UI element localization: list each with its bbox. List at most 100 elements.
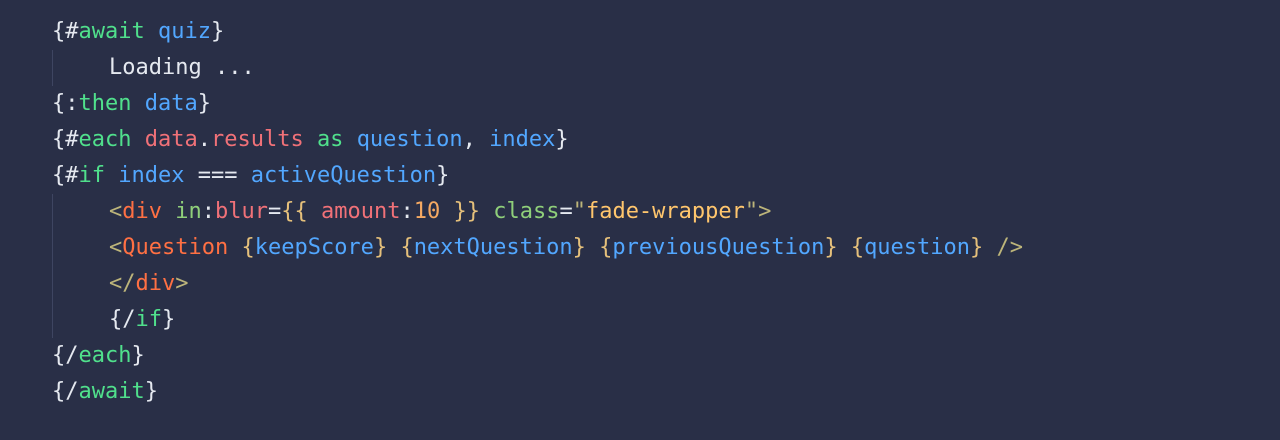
code-token: each — [78, 127, 132, 152]
code-token: { — [850, 235, 865, 260]
code-token: {# — [52, 19, 79, 44]
code-token: {: — [52, 91, 79, 116]
code-token: . — [197, 127, 211, 152]
code-token: } — [197, 91, 211, 116]
code-block: {#await quiz} Loading ... {:then data} {#ea… — [52, 14, 1023, 410]
code-token: } — [373, 235, 388, 260]
code-line: {#if index === activeQuestion} — [52, 158, 1023, 194]
code-line: {#await quiz} — [52, 14, 1023, 50]
code-token: > — [175, 271, 189, 296]
code-token: div — [122, 199, 162, 224]
code-token: " — [572, 199, 586, 224]
code-token: keepScore — [254, 235, 374, 260]
code-token: question — [864, 235, 971, 260]
code-token: amount — [320, 199, 401, 224]
code-editor[interactable]: {#await quiz} Loading ... {:then data} {#ea… — [0, 0, 1280, 440]
code-token: data — [144, 127, 198, 152]
code-token: }} — [453, 199, 480, 224]
code-line: {/if} — [52, 302, 1023, 338]
indent-guide — [52, 194, 53, 230]
code-token: } — [555, 127, 569, 152]
code-token: {# — [52, 127, 79, 152]
code-token: if — [78, 163, 106, 188]
code-token: {/ — [109, 307, 136, 332]
code-token: await — [78, 379, 145, 404]
code-token: { — [400, 235, 414, 260]
code-token: each — [78, 343, 132, 368]
code-token: fade-wrapper — [585, 199, 745, 224]
code-token: data — [144, 91, 198, 116]
code-token: in — [175, 199, 202, 224]
code-token: = — [267, 199, 282, 224]
code-token: previousQuestion — [612, 235, 825, 260]
code-token: nextQuestion — [413, 235, 573, 260]
code-token: : — [400, 199, 414, 224]
code-token: < — [109, 235, 123, 260]
code-token: " — [744, 199, 759, 224]
code-token: {/ — [52, 379, 79, 404]
code-token: {{ — [281, 199, 308, 224]
code-token: : — [201, 199, 215, 224]
code-token: await — [78, 19, 145, 44]
code-token: question — [356, 127, 463, 152]
indent-guide — [52, 266, 53, 302]
code-token: {# — [52, 163, 79, 188]
code-token: then — [78, 91, 132, 116]
code-line: <Question {keepScore} {nextQuestion} {pr… — [52, 230, 1023, 266]
code-line: {/await} — [52, 374, 1023, 410]
code-token: if — [135, 307, 163, 332]
code-token: index — [118, 163, 185, 188]
code-token: } — [572, 235, 586, 260]
code-token: } — [162, 307, 176, 332]
code-token: > — [758, 199, 772, 224]
code-token: class — [493, 199, 560, 224]
code-token: < — [109, 199, 123, 224]
code-token: } — [970, 235, 984, 260]
code-token: Question — [122, 235, 229, 260]
code-token: { — [241, 235, 255, 260]
code-token: results — [210, 127, 304, 152]
code-line: {/each} — [52, 338, 1023, 374]
indent-guide — [52, 50, 53, 86]
code-token: } — [436, 163, 450, 188]
code-line: <div in:blur={{ amount:10 }} class="fade… — [52, 194, 1023, 230]
code-token: </ — [109, 271, 136, 296]
code-token: quiz — [157, 19, 211, 44]
code-token: = — [559, 199, 573, 224]
code-token: } — [210, 19, 225, 44]
code-token: as — [316, 127, 344, 152]
code-token: index — [489, 127, 556, 152]
code-token: div — [135, 271, 176, 296]
code-token: Loading ... — [109, 55, 255, 80]
code-token: } — [824, 235, 838, 260]
code-token: , — [462, 127, 490, 152]
code-token: 10 — [413, 199, 441, 224]
code-token: { — [599, 235, 613, 260]
code-token: /> — [996, 235, 1024, 260]
code-token: === — [184, 163, 251, 188]
code-token: activeQuestion — [250, 163, 437, 188]
code-line: Loading ... — [52, 50, 1023, 86]
code-token: blur — [215, 199, 268, 224]
code-line: {#each data.results as question, index} — [52, 122, 1023, 158]
code-token: {/ — [52, 343, 79, 368]
code-token: } — [131, 343, 145, 368]
code-token: } — [144, 379, 158, 404]
indent-guide — [52, 302, 53, 338]
indent-guide — [52, 230, 53, 266]
